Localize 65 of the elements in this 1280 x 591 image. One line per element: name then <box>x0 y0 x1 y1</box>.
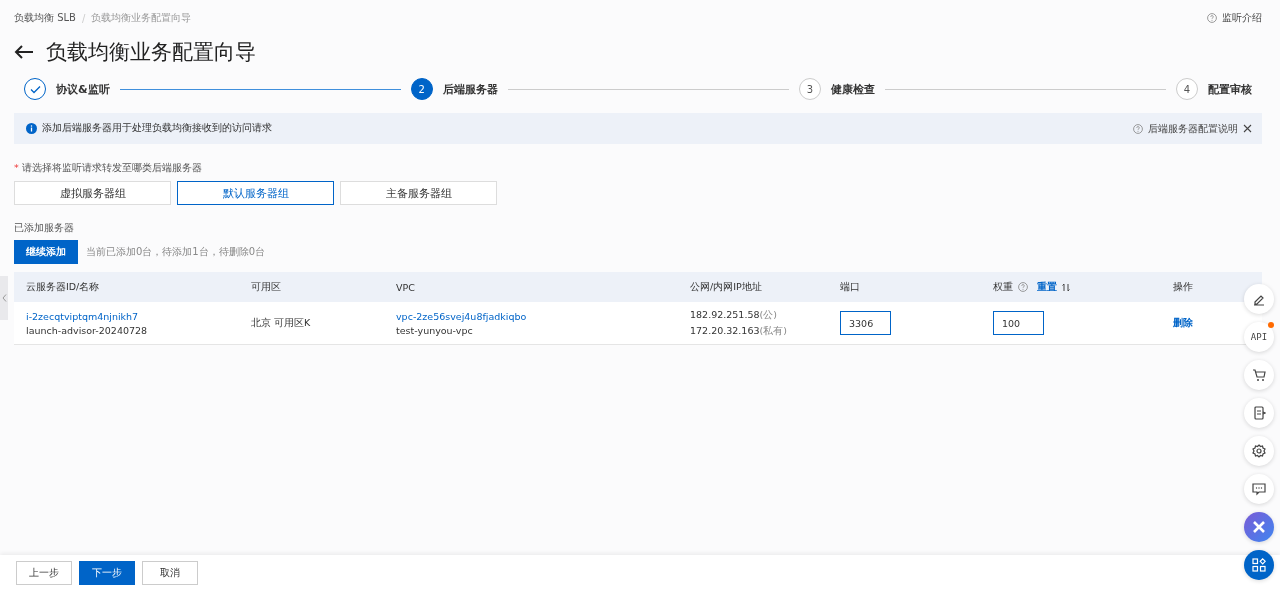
add-button[interactable]: 继续添加 <box>14 240 78 264</box>
column-title: VPC <box>396 281 415 293</box>
field-label: 请选择将监听请求转发至哪类后端服务器 <box>21 162 202 175</box>
instance-id-link[interactable]: i-2zecqtviptqm4njnikh7 <box>26 310 139 322</box>
side-tool-button[interactable] <box>1244 398 1274 428</box>
port-input[interactable]: 3306 <box>840 311 891 335</box>
step-label: 配置审核 <box>1208 81 1252 97</box>
ip-address: 182.92.251.58(公) <box>690 308 778 322</box>
column-title: 权重 <box>993 280 1013 294</box>
server-count-summary: 当前已添加0台，待添加1台，待删除0台 <box>86 245 266 259</box>
breadcrumb-separator: / <box>81 12 86 24</box>
column-title: 公网/内网IP地址 <box>690 280 762 294</box>
info-icon <box>26 123 37 134</box>
cart-icon <box>1252 368 1266 382</box>
column-title: 操作 <box>1173 280 1193 294</box>
side-tool-button[interactable] <box>1244 284 1274 314</box>
check-icon <box>29 84 41 94</box>
help-link[interactable]: 监听介绍 <box>1222 11 1262 25</box>
page-title: 负载均衡业务配置向导 <box>46 39 256 66</box>
step-label: 后端服务器 <box>442 81 498 97</box>
required-mark: * <box>14 162 19 175</box>
apps-icon <box>1252 558 1266 572</box>
alert-message: 添加后端服务器用于处理负载均衡接收到的访问请求 <box>42 122 272 135</box>
group-type-option[interactable]: 默认服务器组 <box>177 181 334 205</box>
step-indicator: 3 <box>798 78 821 100</box>
weight-input[interactable]: 100 <box>993 311 1044 335</box>
close-icon <box>1251 519 1267 535</box>
side-tool-button[interactable] <box>1244 436 1274 466</box>
close-icon[interactable] <box>1243 124 1252 133</box>
column-title: 可用区 <box>251 280 281 294</box>
step-indicator: 2 <box>410 78 433 100</box>
back-arrow-icon[interactable] <box>14 44 34 60</box>
breadcrumb-link[interactable]: 负载均衡 SLB <box>14 11 76 25</box>
vpc-id-link[interactable]: vpc-2ze56svej4u8fjadkiqbo <box>396 310 527 322</box>
group-type-option[interactable]: 主备服务器组 <box>340 181 497 205</box>
side-tool-button[interactable] <box>1244 474 1274 504</box>
step-label: 协议&监听 <box>56 81 110 97</box>
reset-link[interactable]: 重置 <box>1037 280 1057 294</box>
section-title: 已添加服务器 <box>14 222 75 235</box>
chat-icon <box>1252 482 1266 496</box>
zone-text: 北京 可用区K <box>251 316 312 330</box>
help-icon <box>1207 13 1217 23</box>
step-label: 健康检查 <box>830 81 875 97</box>
delete-link[interactable]: 删除 <box>1173 316 1193 330</box>
collapse-handle[interactable] <box>0 276 8 320</box>
settings-icon <box>1252 444 1266 458</box>
chevron-left-icon <box>1 294 7 302</box>
column-title: 云服务器ID/名称 <box>26 280 100 294</box>
help-link[interactable]: 后端服务器配置说明 <box>1148 121 1238 136</box>
side-tool-button[interactable] <box>1244 512 1274 542</box>
footer-button[interactable]: 取消 <box>142 561 198 585</box>
step-indicator: 4 <box>1176 78 1198 100</box>
column-title: 端口 <box>840 280 860 294</box>
side-tool-button[interactable] <box>1244 550 1274 580</box>
ip-address: 172.20.32.163(私有) <box>690 324 788 338</box>
vpc-name: test-yunyou-vpc <box>396 324 474 336</box>
side-tool-button[interactable] <box>1244 360 1274 390</box>
instance-name: launch-advisor-20240728 <box>26 324 149 336</box>
footer-button[interactable]: 下一步 <box>79 561 135 585</box>
sort-icon[interactable] <box>1062 282 1070 292</box>
side-tool-button[interactable]: API <box>1244 322 1274 352</box>
phone-icon <box>1252 406 1266 420</box>
footer-button[interactable]: 上一步 <box>16 561 72 585</box>
group-type-option[interactable]: 虚拟服务器组 <box>14 181 171 205</box>
help-icon <box>1133 123 1143 134</box>
